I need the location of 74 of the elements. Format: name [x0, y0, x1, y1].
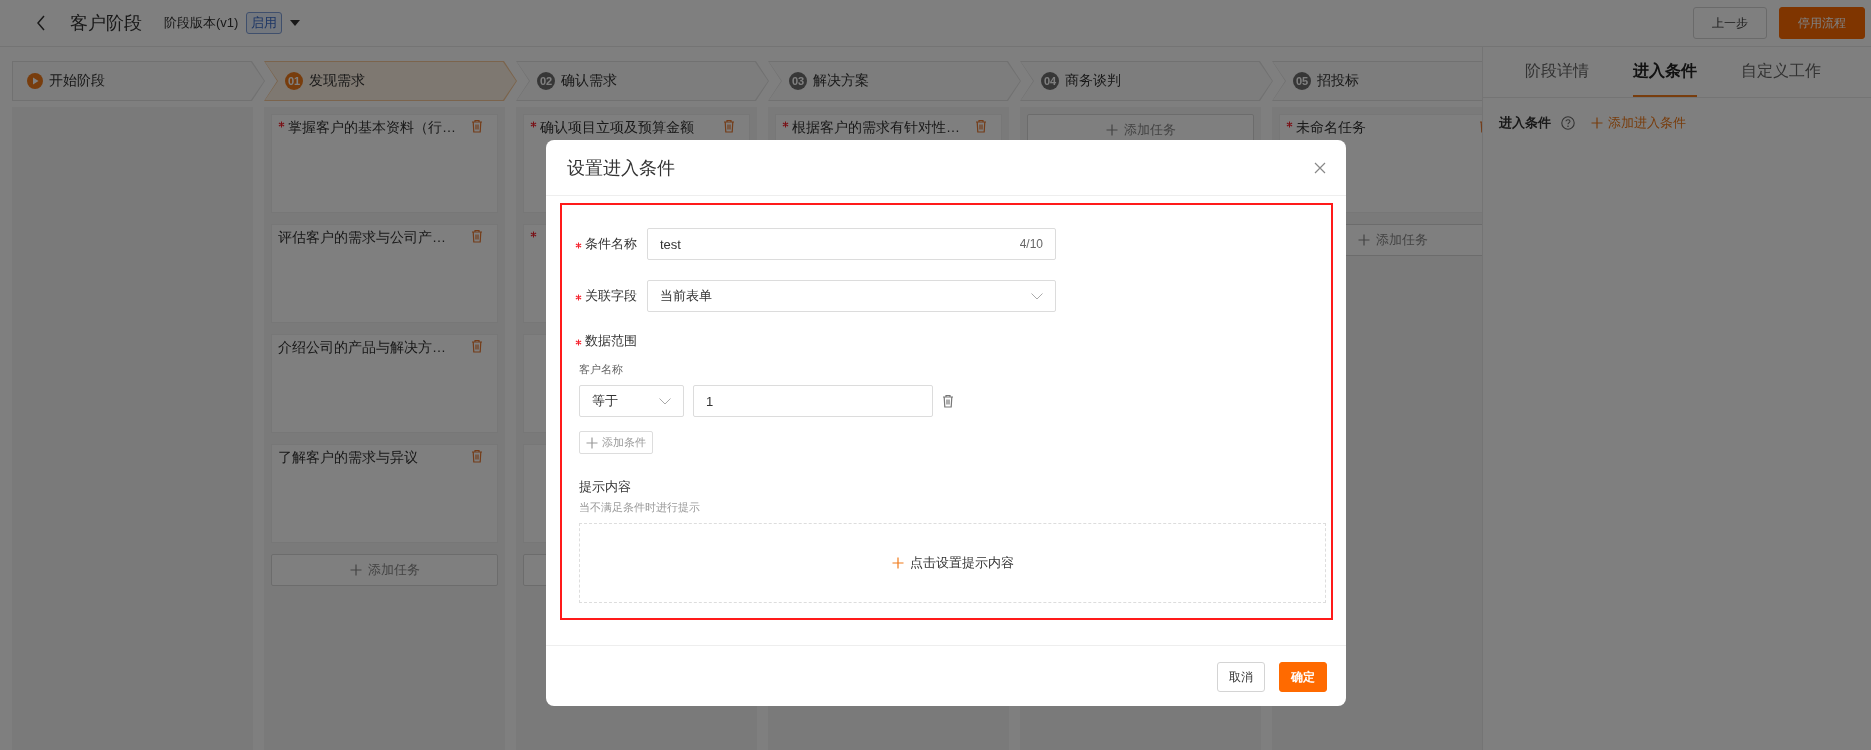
required-mark-icon [278, 121, 285, 128]
panel-tab[interactable]: 阶段详情 [1525, 47, 1589, 97]
character-counter: 4/10 [1019, 237, 1043, 251]
dialog-button[interactable]: 确定 [1279, 662, 1327, 692]
stage-number-badge: 04 [1041, 72, 1059, 90]
task-title: 根据客户的需求有针对性… [792, 119, 961, 137]
stage-tab[interactable]: 开始阶段 [12, 61, 265, 101]
plus-icon [349, 564, 362, 576]
select-field[interactable]: 当前表单 [647, 280, 1056, 312]
value-input[interactable]: 1 [693, 385, 933, 417]
section-title: 进入条件 [1499, 114, 1551, 132]
help-icon[interactable] [1561, 116, 1575, 130]
input-field[interactable]: test 4/10 [647, 228, 1056, 260]
task-title: 评估客户的需求与公司产… [278, 229, 447, 247]
trash-icon[interactable] [471, 339, 483, 353]
panel-tab[interactable]: 自定义工作 [1741, 47, 1821, 97]
dialog-button[interactable]: 取消 [1217, 662, 1265, 692]
task-card[interactable]: 介绍公司的产品与解决方… [271, 334, 498, 433]
stage-tab[interactable]: 01 发现需求 [264, 61, 517, 101]
add-task-button[interactable]: 添加任务 [271, 554, 498, 586]
trash-icon[interactable] [471, 119, 483, 133]
page-title: 客户阶段 [70, 12, 142, 35]
plus-icon [891, 557, 904, 569]
trash-icon[interactable] [975, 119, 987, 133]
task-title: 了解客户的需求与异议 [278, 449, 419, 467]
stage-number-badge: 03 [789, 72, 807, 90]
stage-number-badge: 01 [285, 72, 303, 90]
plus-icon [1357, 234, 1370, 246]
required-mark-icon [782, 121, 789, 128]
condition-field-label: 客户名称 [579, 362, 623, 377]
trash-icon[interactable] [471, 449, 483, 463]
required-mark-icon [530, 231, 537, 238]
stage-number-badge: 05 [1293, 72, 1311, 90]
stage-tab[interactable]: 03 解决方案 [768, 61, 1021, 101]
field-label: 条件名称 [585, 235, 637, 253]
task-title: 介绍公司的产品与解决方… [278, 339, 447, 357]
task-title: 掌握客户的基本资料（行… [288, 119, 457, 137]
close-icon[interactable] [1314, 161, 1326, 174]
version-label: 阶段版本(v1) [164, 14, 239, 32]
hint-title: 提示内容 [579, 478, 631, 496]
task-card[interactable]: 评估客户的需求与公司产… [271, 224, 498, 323]
add-condition-link[interactable]: 添加进入条件 [1591, 114, 1686, 132]
back-icon[interactable] [36, 15, 46, 31]
dialog-title: 设置进入条件 [567, 156, 675, 180]
task-card[interactable]: 掌握客户的基本资料（行… [271, 114, 498, 213]
plus-icon [586, 436, 598, 449]
panel-tab[interactable]: 进入条件 [1633, 47, 1697, 97]
stage-tab[interactable]: 05 招投标 [1272, 61, 1482, 101]
hint-description: 当不满足条件时进行提示 [579, 500, 700, 515]
trash-icon[interactable] [942, 394, 954, 408]
required-mark-icon [1286, 121, 1293, 128]
chevron-down-icon [659, 397, 671, 405]
trash-icon[interactable] [723, 119, 735, 133]
chevron-down-icon [1031, 292, 1043, 300]
field-label: 关联字段 [585, 287, 637, 305]
add-condition-button[interactable]: 添加条件 [579, 431, 653, 454]
status-tag: 启用 [246, 12, 283, 34]
toolbar-button[interactable]: 停用流程 [1779, 7, 1865, 39]
caret-icon[interactable] [290, 20, 301, 26]
plus-icon [1591, 117, 1603, 129]
required-mark-icon [530, 121, 537, 128]
toolbar-button[interactable]: 上一步 [1693, 7, 1767, 39]
trash-icon[interactable] [471, 229, 483, 243]
task-title: 确认项目立项及预算金额 [540, 119, 695, 137]
plus-icon [1105, 124, 1118, 136]
hint-content-area[interactable]: 点击设置提示内容 [579, 523, 1326, 603]
stage-number-badge: 02 [537, 72, 555, 90]
field-label: 数据范围 [585, 332, 637, 350]
task-card[interactable]: 了解客户的需求与异议 [271, 444, 498, 543]
task-title: 未命名任务 [1296, 119, 1367, 137]
stage-tab[interactable]: 04 商务谈判 [1020, 61, 1273, 101]
stage-tab[interactable]: 02 确认需求 [516, 61, 769, 101]
operator-select[interactable]: 等于 [579, 385, 684, 417]
play-icon [27, 73, 43, 89]
